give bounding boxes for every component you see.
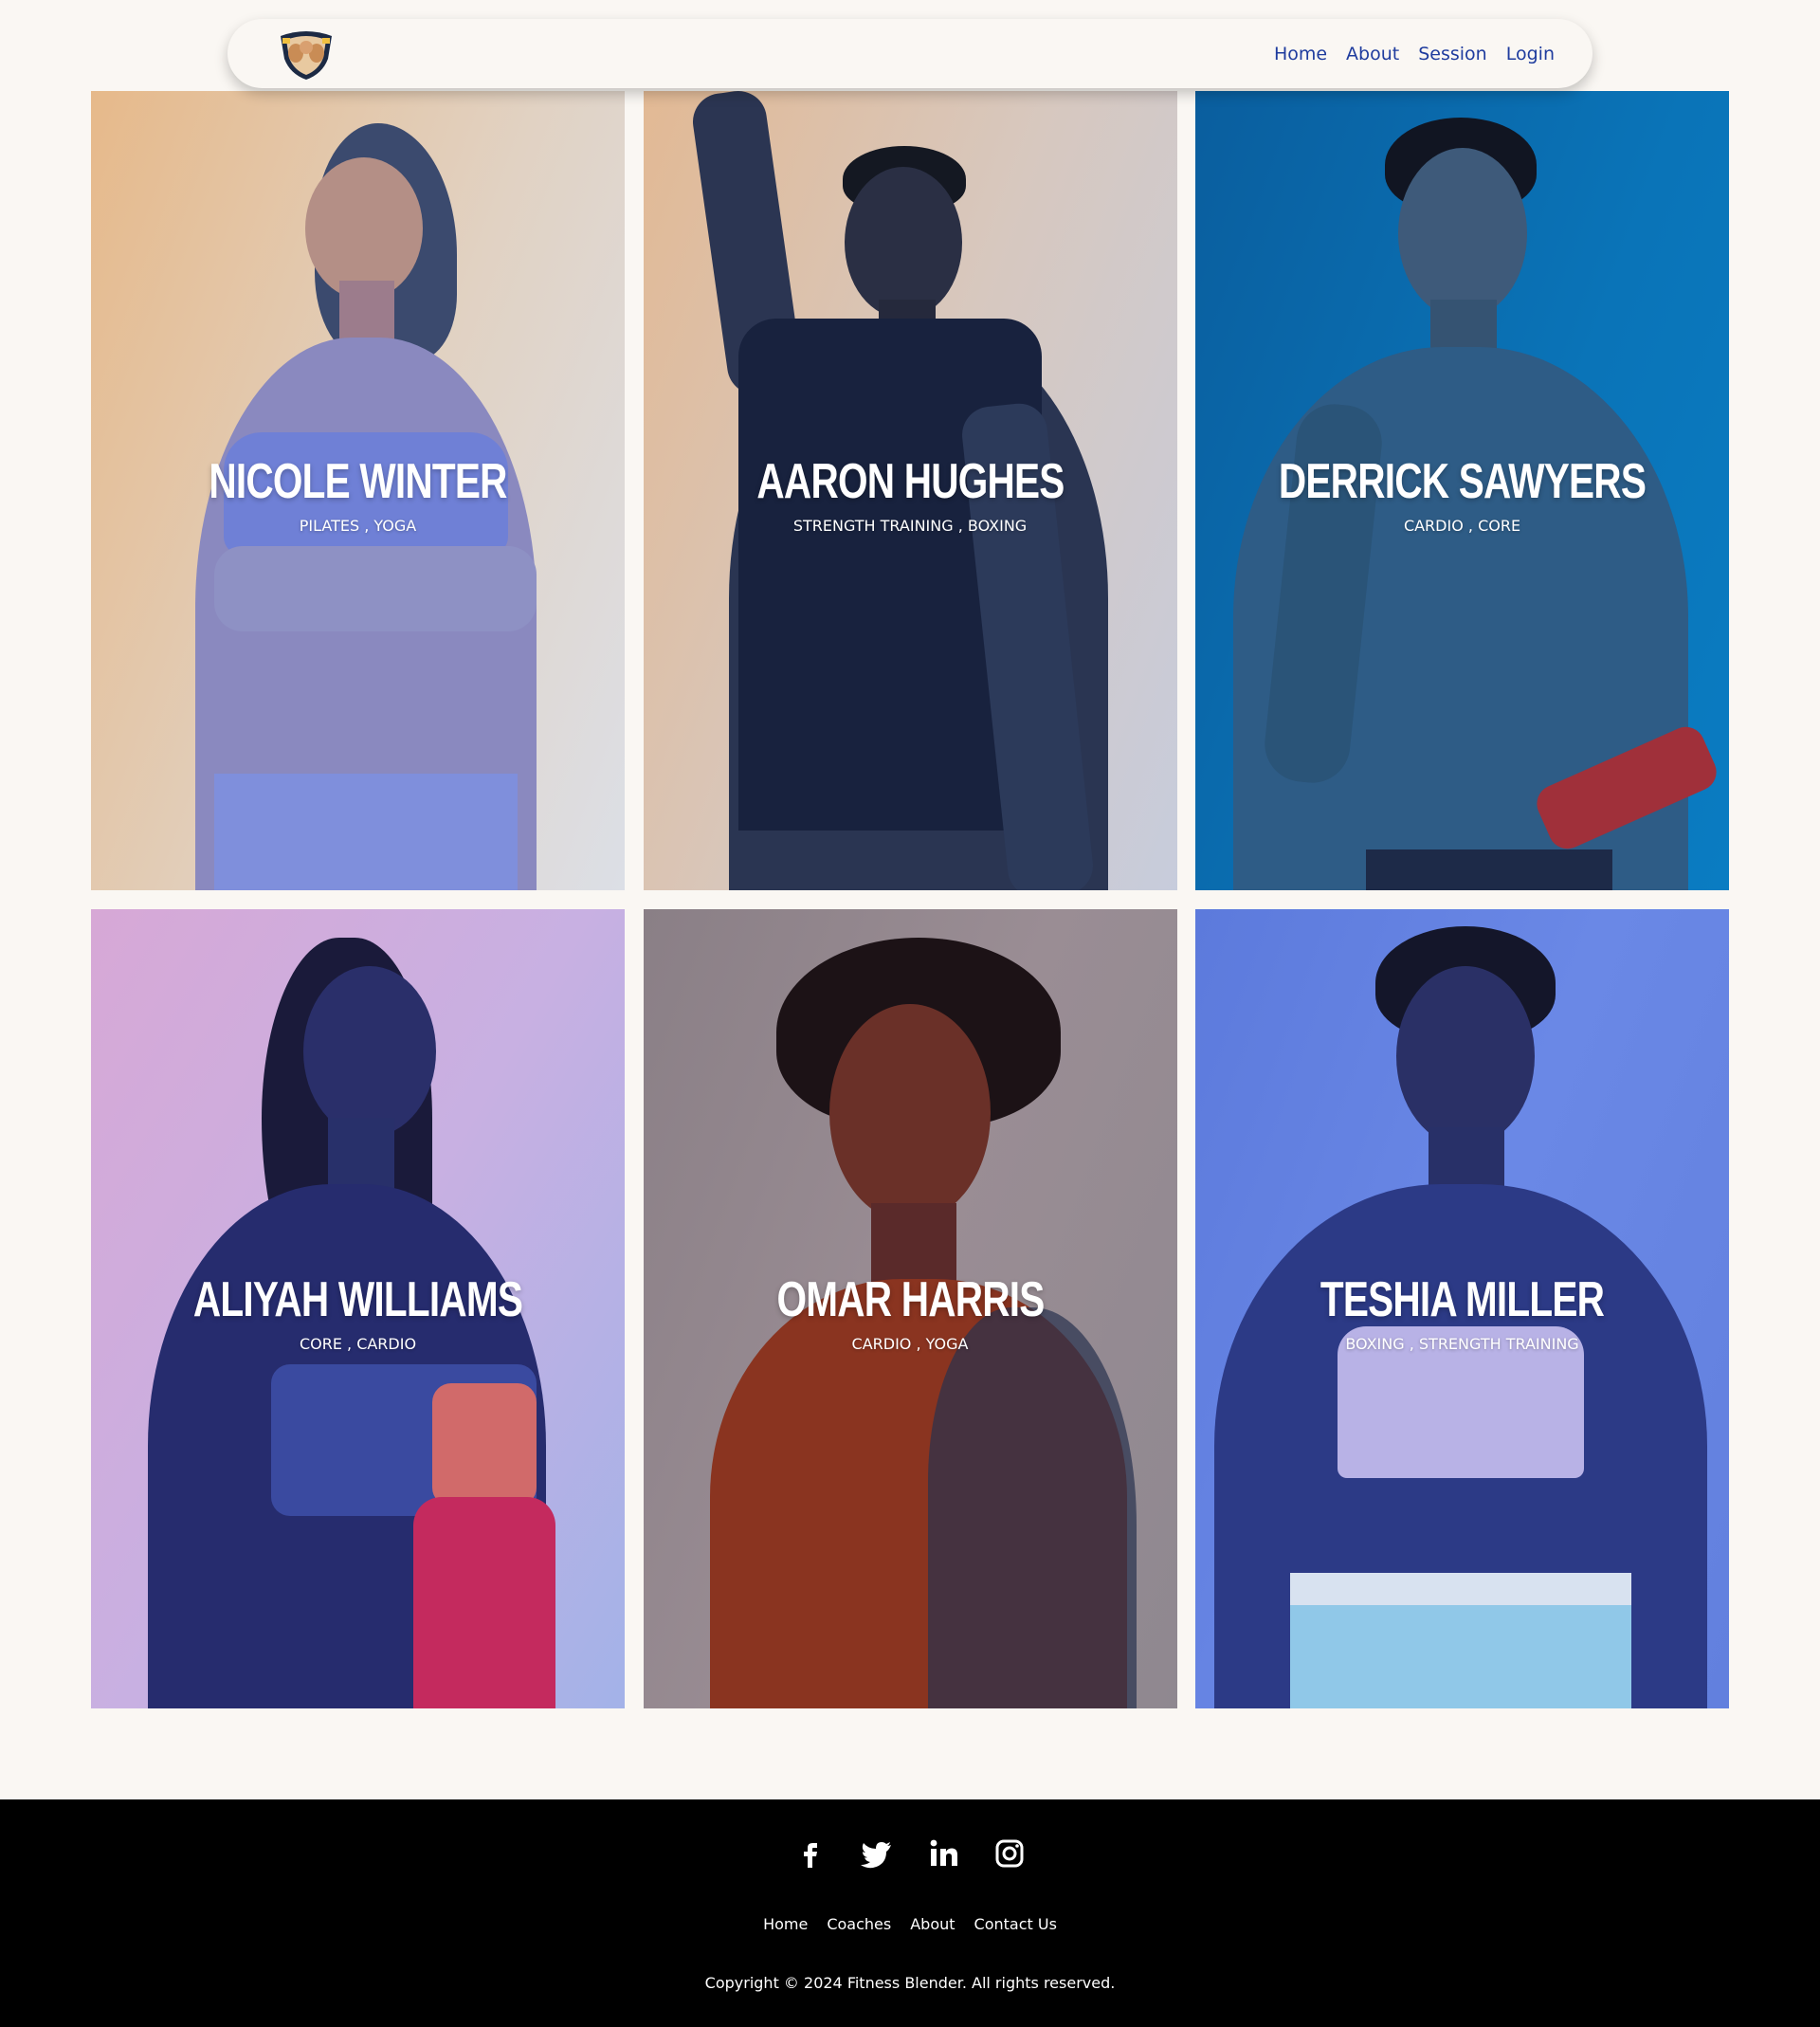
coach-overlay: OMAR HARRIS CARDIO , YOGA <box>644 1272 1177 1354</box>
coach-card-aliyah-williams[interactable]: ALIYAH WILLIAMS CORE , CARDIO <box>91 909 625 1708</box>
main-nav: Home About Session Login <box>1274 44 1555 64</box>
coach-name: OMAR HARRIS <box>775 1272 1045 1327</box>
coach-specialty: STRENGTH TRAINING , BOXING <box>792 517 1028 536</box>
footer: Home Coaches About Contact Us Copyright … <box>0 1799 1820 2027</box>
nav-login[interactable]: Login <box>1506 44 1555 64</box>
footer-link-about[interactable]: About <box>910 1915 955 1933</box>
footer-link-contact-us[interactable]: Contact Us <box>974 1915 1057 1933</box>
coach-grid: NICOLE WINTER PILATES , YOGA AARON HUGHE… <box>91 91 1729 1708</box>
coach-overlay: TESHIA MILLER BOXING , STRENGTH TRAINING <box>1195 1272 1729 1354</box>
coach-card-teshia-miller[interactable]: TESHIA MILLER BOXING , STRENGTH TRAINING <box>1195 909 1729 1708</box>
coach-specialty: PILATES , YOGA <box>299 517 417 536</box>
nav-home[interactable]: Home <box>1274 44 1327 64</box>
coach-name: TESHIA MILLER <box>1320 1272 1605 1327</box>
coach-card-nicole-winter[interactable]: NICOLE WINTER PILATES , YOGA <box>91 91 625 890</box>
twitter-icon[interactable] <box>861 1837 893 1870</box>
coach-card-derrick-sawyers[interactable]: DERRICK SAWYERS CARDIO , CORE <box>1195 91 1729 890</box>
coach-name: NICOLE WINTER <box>209 454 507 509</box>
footer-nav: Home Coaches About Contact Us <box>0 1915 1820 1933</box>
coach-name: ALIYAH WILLIAMS <box>192 1272 523 1327</box>
footer-link-home[interactable]: Home <box>763 1915 808 1933</box>
instagram-icon[interactable] <box>993 1837 1026 1870</box>
coach-overlay: ALIYAH WILLIAMS CORE , CARDIO <box>91 1272 625 1354</box>
coach-name: DERRICK SAWYERS <box>1278 454 1647 509</box>
coach-name: AARON HUGHES <box>755 454 1065 509</box>
coach-specialty: BOXING , STRENGTH TRAINING <box>1345 1335 1579 1354</box>
nav-session[interactable]: Session <box>1418 44 1487 64</box>
nav-about[interactable]: About <box>1346 44 1399 64</box>
coach-overlay: NICOLE WINTER PILATES , YOGA <box>91 454 625 536</box>
coach-specialty: CARDIO , CORE <box>1403 517 1521 536</box>
coach-overlay: DERRICK SAWYERS CARDIO , CORE <box>1195 454 1729 536</box>
coach-card-omar-harris[interactable]: OMAR HARRIS CARDIO , YOGA <box>643 909 1177 1708</box>
social-links <box>0 1837 1820 1870</box>
coach-overlay: AARON HUGHES STRENGTH TRAINING , BOXING <box>644 454 1177 536</box>
copyright-text: Copyright © 2024 Fitness Blender. All ri… <box>704 1974 1116 1992</box>
linkedin-icon[interactable] <box>927 1837 959 1870</box>
coach-card-aaron-hughes[interactable]: AARON HUGHES STRENGTH TRAINING , BOXING <box>643 91 1177 890</box>
gym-shield-logo-icon[interactable] <box>275 27 337 82</box>
footer-link-coaches[interactable]: Coaches <box>827 1915 891 1933</box>
facebook-icon[interactable] <box>794 1837 827 1870</box>
navbar: Home About Session Login <box>228 19 1592 88</box>
coach-specialty: CORE , CARDIO <box>299 1335 417 1354</box>
coach-specialty: CARDIO , YOGA <box>851 1335 969 1354</box>
